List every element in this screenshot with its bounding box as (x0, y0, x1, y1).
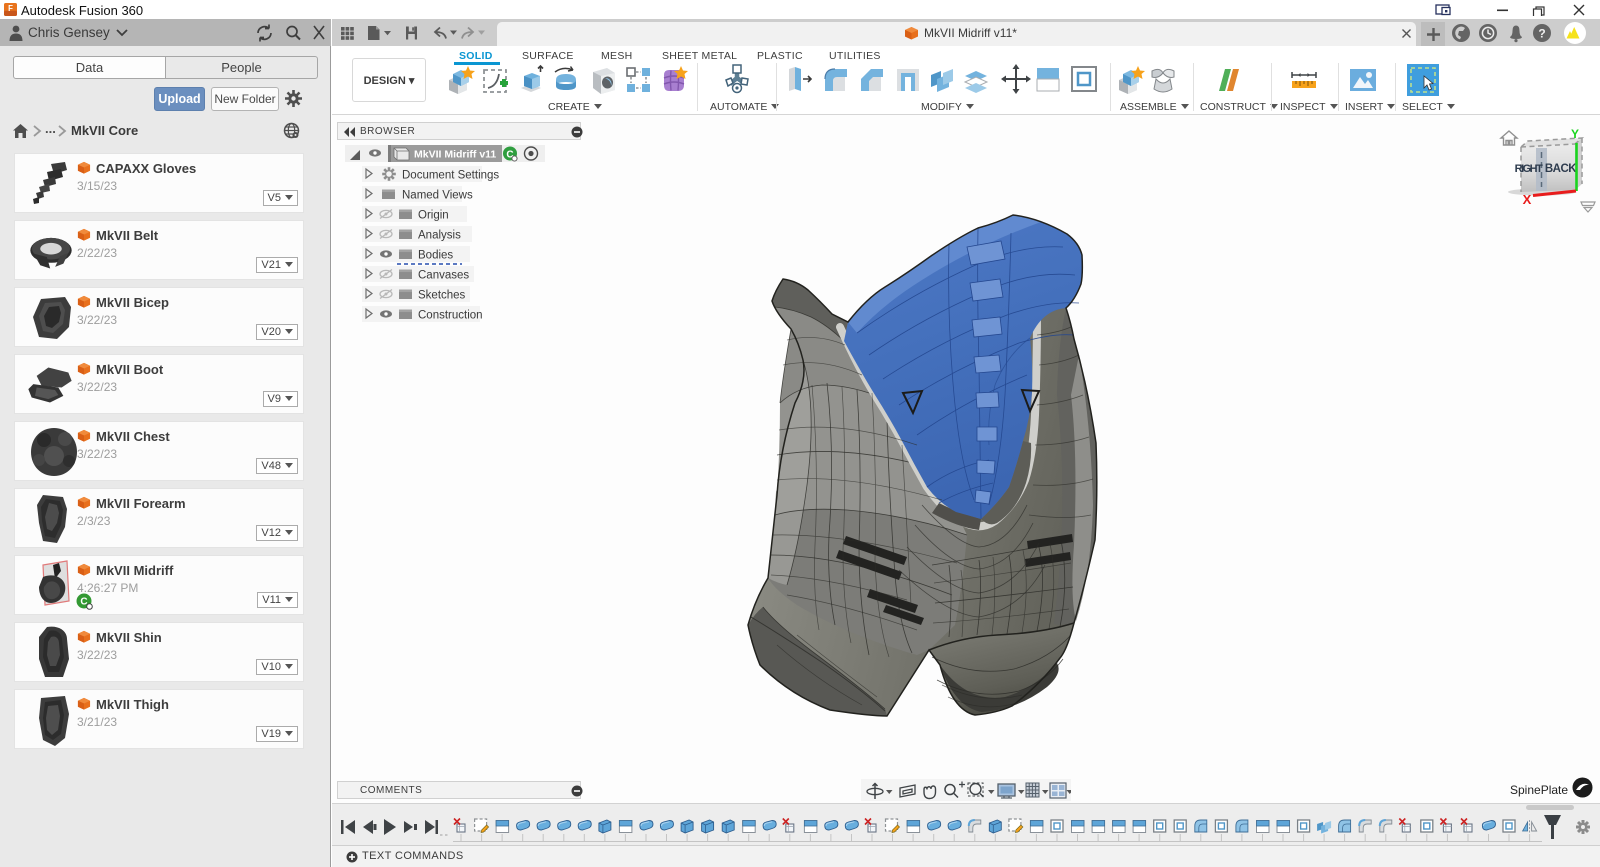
svg-text:?: ? (1538, 27, 1545, 41)
svg-text:Origin: Origin (418, 210, 449, 222)
svg-text:BACK: BACK (1545, 163, 1577, 175)
svg-text:Named Views: Named Views (402, 190, 473, 202)
svg-text:MkVII Midriff v11: MkVII Midriff v11 (414, 149, 496, 161)
svg-text:X: X (1523, 192, 1532, 207)
svg-text:RIGHT: RIGHT (1515, 163, 1544, 175)
svg-text:Sketches: Sketches (418, 290, 466, 302)
svg-text:F: F (8, 4, 13, 13)
svg-text:Construction: Construction (418, 310, 483, 322)
svg-text:Canvases: Canvases (418, 270, 469, 282)
svg-text:Bodies: Bodies (418, 250, 453, 262)
svg-text:Analysis: Analysis (418, 230, 461, 242)
svg-text:Y: Y (1571, 127, 1579, 141)
svg-text:Document Settings: Document Settings (402, 170, 499, 182)
